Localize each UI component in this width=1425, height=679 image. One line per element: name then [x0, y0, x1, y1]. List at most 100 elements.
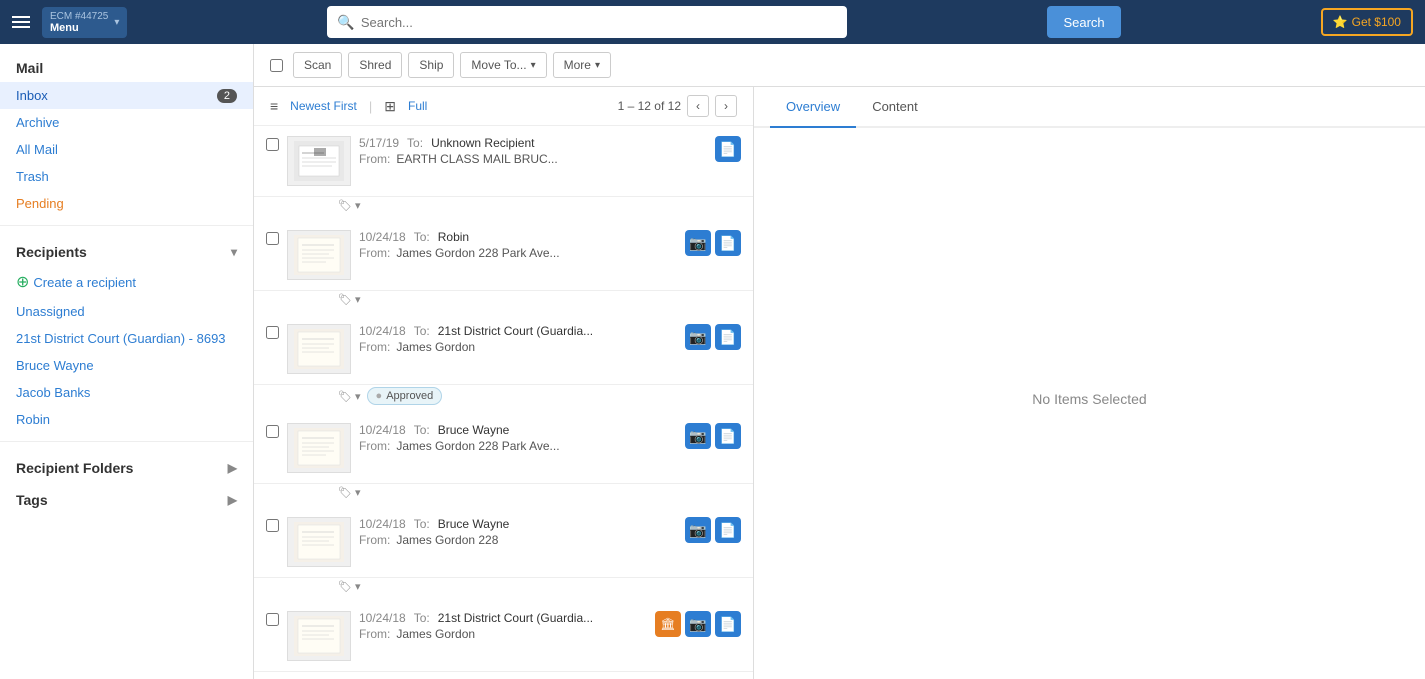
- item-5-document-icon[interactable]: 📄: [715, 611, 741, 637]
- ecm-badge[interactable]: ECM #44725 Menu ▾: [42, 7, 127, 38]
- item-1-camera-icon[interactable]: 📷: [685, 230, 711, 256]
- item-0-tag-button[interactable]: 🏷 ▾: [338, 199, 361, 212]
- prev-page-button[interactable]: ‹: [687, 95, 709, 117]
- item-3-camera-icon[interactable]: 📷: [685, 423, 711, 449]
- tab-content[interactable]: Content: [856, 87, 934, 128]
- tab-overview[interactable]: Overview: [770, 87, 856, 128]
- item-3-to-label: To:: [414, 423, 430, 437]
- unassigned-label: Unassigned: [16, 304, 85, 319]
- menu-button[interactable]: [12, 16, 30, 28]
- item-4-document-icon[interactable]: 📄: [715, 517, 741, 543]
- ship-button[interactable]: Ship: [408, 52, 454, 78]
- item-2-checkbox[interactable]: [266, 326, 279, 339]
- sidebar-item-unassigned[interactable]: Unassigned: [0, 298, 253, 325]
- item-4-checkbox[interactable]: [266, 519, 279, 532]
- item-1-from: James Gordon 228 Park Ave...: [396, 246, 559, 260]
- more-button[interactable]: More ▾: [553, 52, 611, 78]
- item-2-info: 10/24/18 To: 21st District Court (Guardi…: [359, 324, 677, 354]
- item-2-to-label: To:: [414, 324, 430, 338]
- table-row[interactable]: 10/24/18 To: Bruce Wayne From: James Gor…: [254, 507, 753, 601]
- item-1-to: Robin: [438, 230, 469, 244]
- table-row[interactable]: 10/24/18 To: 21st District Court (Guardi…: [254, 601, 753, 672]
- item-5-from: James Gordon: [396, 627, 475, 641]
- sort-full[interactable]: Full: [408, 99, 427, 113]
- item-2-document-icon[interactable]: 📄: [715, 324, 741, 350]
- main-content: Scan Shred Ship Move To... ▾ More ▾ ≡ Ne…: [254, 44, 1425, 679]
- search-button[interactable]: Search: [1047, 6, 1120, 38]
- select-all-checkbox[interactable]: [270, 59, 283, 72]
- item-1-document-icon[interactable]: 📄: [715, 230, 741, 256]
- item-5-to-label: To:: [414, 611, 430, 625]
- recipient-folders-header[interactable]: Recipient Folders ▶: [0, 450, 253, 482]
- search-input[interactable]: [361, 15, 838, 30]
- sidebar-item-pending[interactable]: Pending: [0, 190, 253, 217]
- get-money-button[interactable]: ⭐ Get $100: [1321, 8, 1413, 36]
- create-recipient-link[interactable]: ⊕ Create a recipient: [0, 266, 253, 298]
- divider-1: [0, 225, 253, 226]
- item-1-actions: 📷 📄: [685, 230, 741, 256]
- table-row[interactable]: 10/24/18 To: 21st District Court (Guardi…: [254, 314, 753, 413]
- item-0-actions: 📄: [715, 136, 741, 162]
- item-5-info: 10/24/18 To: 21st District Court (Guardi…: [359, 611, 647, 641]
- item-3-document-icon[interactable]: 📄: [715, 423, 741, 449]
- sort-newest-label: Newest First: [290, 99, 357, 113]
- item-2-from: James Gordon: [396, 340, 475, 354]
- table-row[interactable]: 10/24/18 To: Robin From: James Gordon 22…: [254, 220, 753, 314]
- item-5-to: 21st District Court (Guardia...: [438, 611, 593, 625]
- item-1-checkbox[interactable]: [266, 232, 279, 245]
- sidebar-item-all-mail[interactable]: All Mail: [0, 136, 253, 163]
- sidebar-item-trash[interactable]: Trash: [0, 163, 253, 190]
- item-5-camera-icon[interactable]: 📷: [685, 611, 711, 637]
- sort-full-label: Full: [408, 99, 427, 113]
- item-2-thumbnail: [287, 324, 351, 374]
- table-row[interactable]: 10/24/18 To: Bruce Wayne From: James Gor…: [254, 413, 753, 507]
- item-0-from-label: From:: [359, 152, 390, 166]
- item-5-archive-icon[interactable]: 🏛: [655, 611, 681, 637]
- move-to-chevron-icon: ▾: [531, 60, 536, 71]
- item-1-tag-button[interactable]: 🏷 ▾: [338, 293, 361, 306]
- item-4-tag-button[interactable]: 🏷 ▾: [338, 580, 361, 593]
- recipients-section-header[interactable]: Recipients ▾: [0, 234, 253, 266]
- create-recipient-label: Create a recipient: [33, 275, 136, 290]
- item-5-actions: 🏛 📷 📄: [655, 611, 741, 637]
- more-label: More: [564, 58, 591, 72]
- pending-label: Pending: [16, 196, 64, 211]
- recipients-title: Recipients: [16, 244, 87, 260]
- item-2-tag-row: 🏷 ▾ ● Approved: [254, 385, 753, 413]
- move-to-button[interactable]: Move To... ▾: [460, 52, 546, 78]
- item-0-checkbox[interactable]: [266, 138, 279, 151]
- item-0-document-icon[interactable]: 📄: [715, 136, 741, 162]
- item-5-checkbox[interactable]: [266, 613, 279, 626]
- recipients-chevron-icon: ▾: [231, 245, 237, 259]
- tags-header[interactable]: Tags ▶: [0, 482, 253, 514]
- item-1-date: 10/24/18: [359, 230, 406, 244]
- item-3-checkbox[interactable]: [266, 425, 279, 438]
- item-2-date: 10/24/18: [359, 324, 406, 338]
- item-2-tag-button[interactable]: 🏷 ▾: [338, 390, 361, 403]
- trash-label: Trash: [16, 169, 49, 184]
- scan-button[interactable]: Scan: [293, 52, 342, 78]
- item-5-thumbnail: [287, 611, 351, 661]
- inbox-badge: 2: [217, 89, 237, 103]
- sidebar-item-archive[interactable]: Archive: [0, 109, 253, 136]
- sort-newest-first[interactable]: Newest First: [290, 99, 357, 113]
- sidebar-item-robin[interactable]: Robin: [0, 406, 253, 433]
- item-3-tag-button[interactable]: 🏷 ▾: [338, 486, 361, 499]
- sidebar-item-bruce-wayne[interactable]: Bruce Wayne: [0, 352, 253, 379]
- sidebar-item-jacob-banks[interactable]: Jacob Banks: [0, 379, 253, 406]
- star-icon: ⭐: [1333, 15, 1348, 29]
- table-row[interactable]: 5/17/19 To: Unknown Recipient From: EART…: [254, 126, 753, 220]
- item-2-to: 21st District Court (Guardia...: [438, 324, 593, 338]
- item-1-thumbnail: [287, 230, 351, 280]
- sidebar-item-inbox[interactable]: Inbox 2: [0, 82, 253, 109]
- item-0-date: 5/17/19: [359, 136, 399, 150]
- shred-button[interactable]: Shred: [348, 52, 402, 78]
- item-4-camera-icon[interactable]: 📷: [685, 517, 711, 543]
- item-2-camera-icon[interactable]: 📷: [685, 324, 711, 350]
- chevron-down-icon: ▾: [114, 17, 119, 28]
- sidebar-item-21st-district[interactable]: 21st District Court (Guardian) - 8693: [0, 325, 253, 352]
- item-0-from: EARTH CLASS MAIL BRUC...: [396, 152, 557, 166]
- next-page-button[interactable]: ›: [715, 95, 737, 117]
- item-3-thumbnail: [287, 423, 351, 473]
- item-0-to-label: To:: [407, 136, 423, 150]
